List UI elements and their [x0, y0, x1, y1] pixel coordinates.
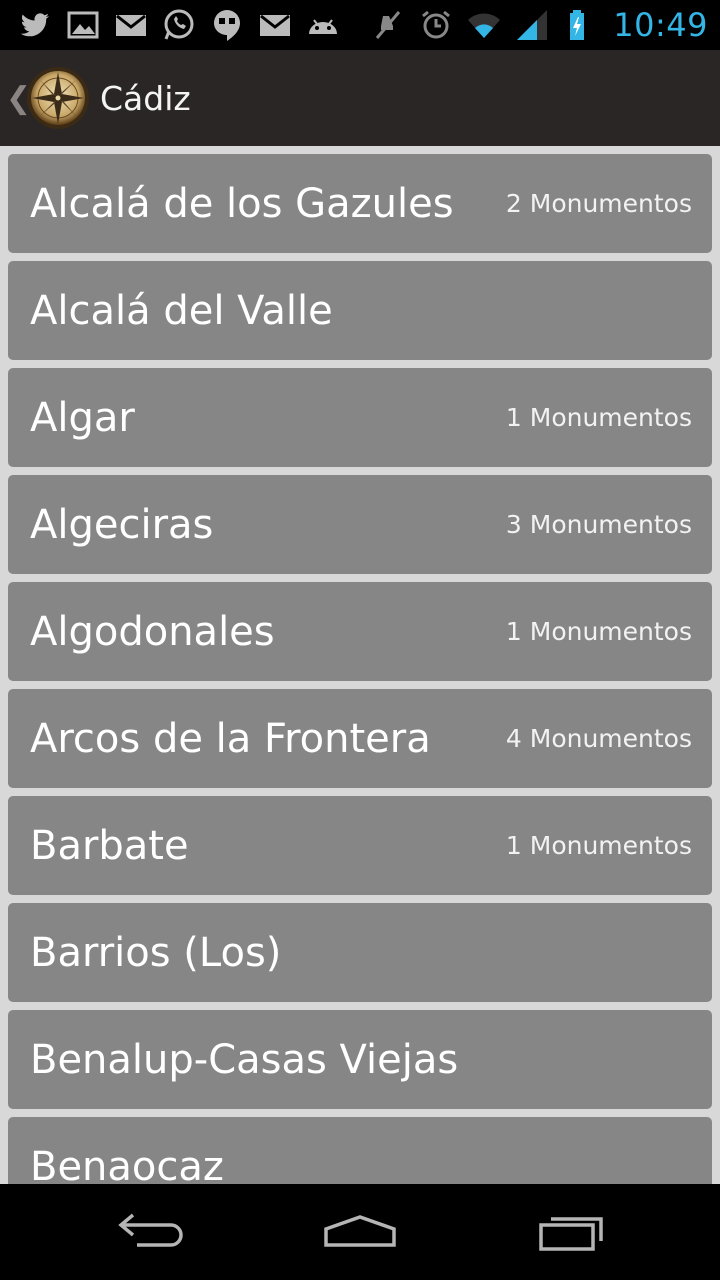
list-item-count: 1 Monumentos [505, 617, 692, 646]
list-item[interactable]: Benalup-Casas Viejas [8, 1010, 712, 1109]
signal-icon [515, 8, 549, 42]
municipality-list[interactable]: Alcalá de los Gazules 2 Monumentos Alcal… [0, 146, 720, 1184]
list-item-name: Barrios (Los) [30, 929, 282, 976]
list-item-count: 1 Monumentos [505, 403, 692, 432]
home-icon [320, 1205, 400, 1259]
whatsapp-icon [162, 8, 196, 42]
list-item[interactable]: Alcalá del Valle [8, 261, 712, 360]
list-item-count: 1 Monumentos [505, 831, 692, 860]
action-bar: ❮ Cádiz [0, 50, 720, 146]
list-item-count: 4 Monumentos [505, 724, 692, 753]
back-icon [107, 1205, 187, 1259]
list-item-name: Barbate [30, 822, 189, 869]
list-item-name: Algar [30, 394, 135, 441]
image-icon [66, 8, 100, 42]
hangouts-icon [210, 8, 244, 42]
mute-icon [371, 8, 405, 42]
list-item[interactable]: Benaocaz [8, 1117, 712, 1184]
list-item-count: 3 Monumentos [505, 510, 692, 539]
page-title: Cádiz [100, 78, 191, 118]
system-icons: 10:49 [371, 6, 708, 44]
list-item-name: Algodonales [30, 608, 275, 655]
compass-icon[interactable] [24, 64, 92, 132]
home-button[interactable] [315, 1202, 405, 1262]
battery-charging-icon [563, 8, 597, 42]
list-item[interactable]: Barrios (Los) [8, 903, 712, 1002]
alarm-icon [419, 8, 453, 42]
list-item-name: Alcalá de los Gazules [30, 180, 454, 227]
navigation-bar [0, 1184, 720, 1280]
back-button[interactable] [102, 1202, 192, 1262]
gmail-icon [258, 8, 292, 42]
list-item[interactable]: Algodonales 1 Monumentos [8, 582, 712, 681]
clock-time: 10:49 [613, 6, 708, 44]
list-item-name: Alcalá del Valle [30, 287, 333, 334]
list-item-name: Algeciras [30, 501, 214, 548]
list-item[interactable]: Algar 1 Monumentos [8, 368, 712, 467]
wifi-icon [467, 8, 501, 42]
list-item[interactable]: Alcalá de los Gazules 2 Monumentos [8, 154, 712, 253]
gmail-icon [114, 8, 148, 42]
notification-icons [18, 8, 340, 42]
up-navigation-icon[interactable]: ❮ [6, 81, 31, 116]
list-item-name: Arcos de la Frontera [30, 715, 431, 762]
status-bar: 10:49 [0, 0, 720, 50]
list-item[interactable]: Algeciras 3 Monumentos [8, 475, 712, 574]
recents-icon [533, 1205, 613, 1259]
list-item[interactable]: Barbate 1 Monumentos [8, 796, 712, 895]
list-item[interactable]: Arcos de la Frontera 4 Monumentos [8, 689, 712, 788]
android-icon [306, 8, 340, 42]
list-item-name: Benalup-Casas Viejas [30, 1036, 459, 1083]
list-item-name: Benaocaz [30, 1143, 224, 1185]
recents-button[interactable] [528, 1202, 618, 1262]
twitter-icon [18, 8, 52, 42]
list-item-count: 2 Monumentos [505, 189, 692, 218]
